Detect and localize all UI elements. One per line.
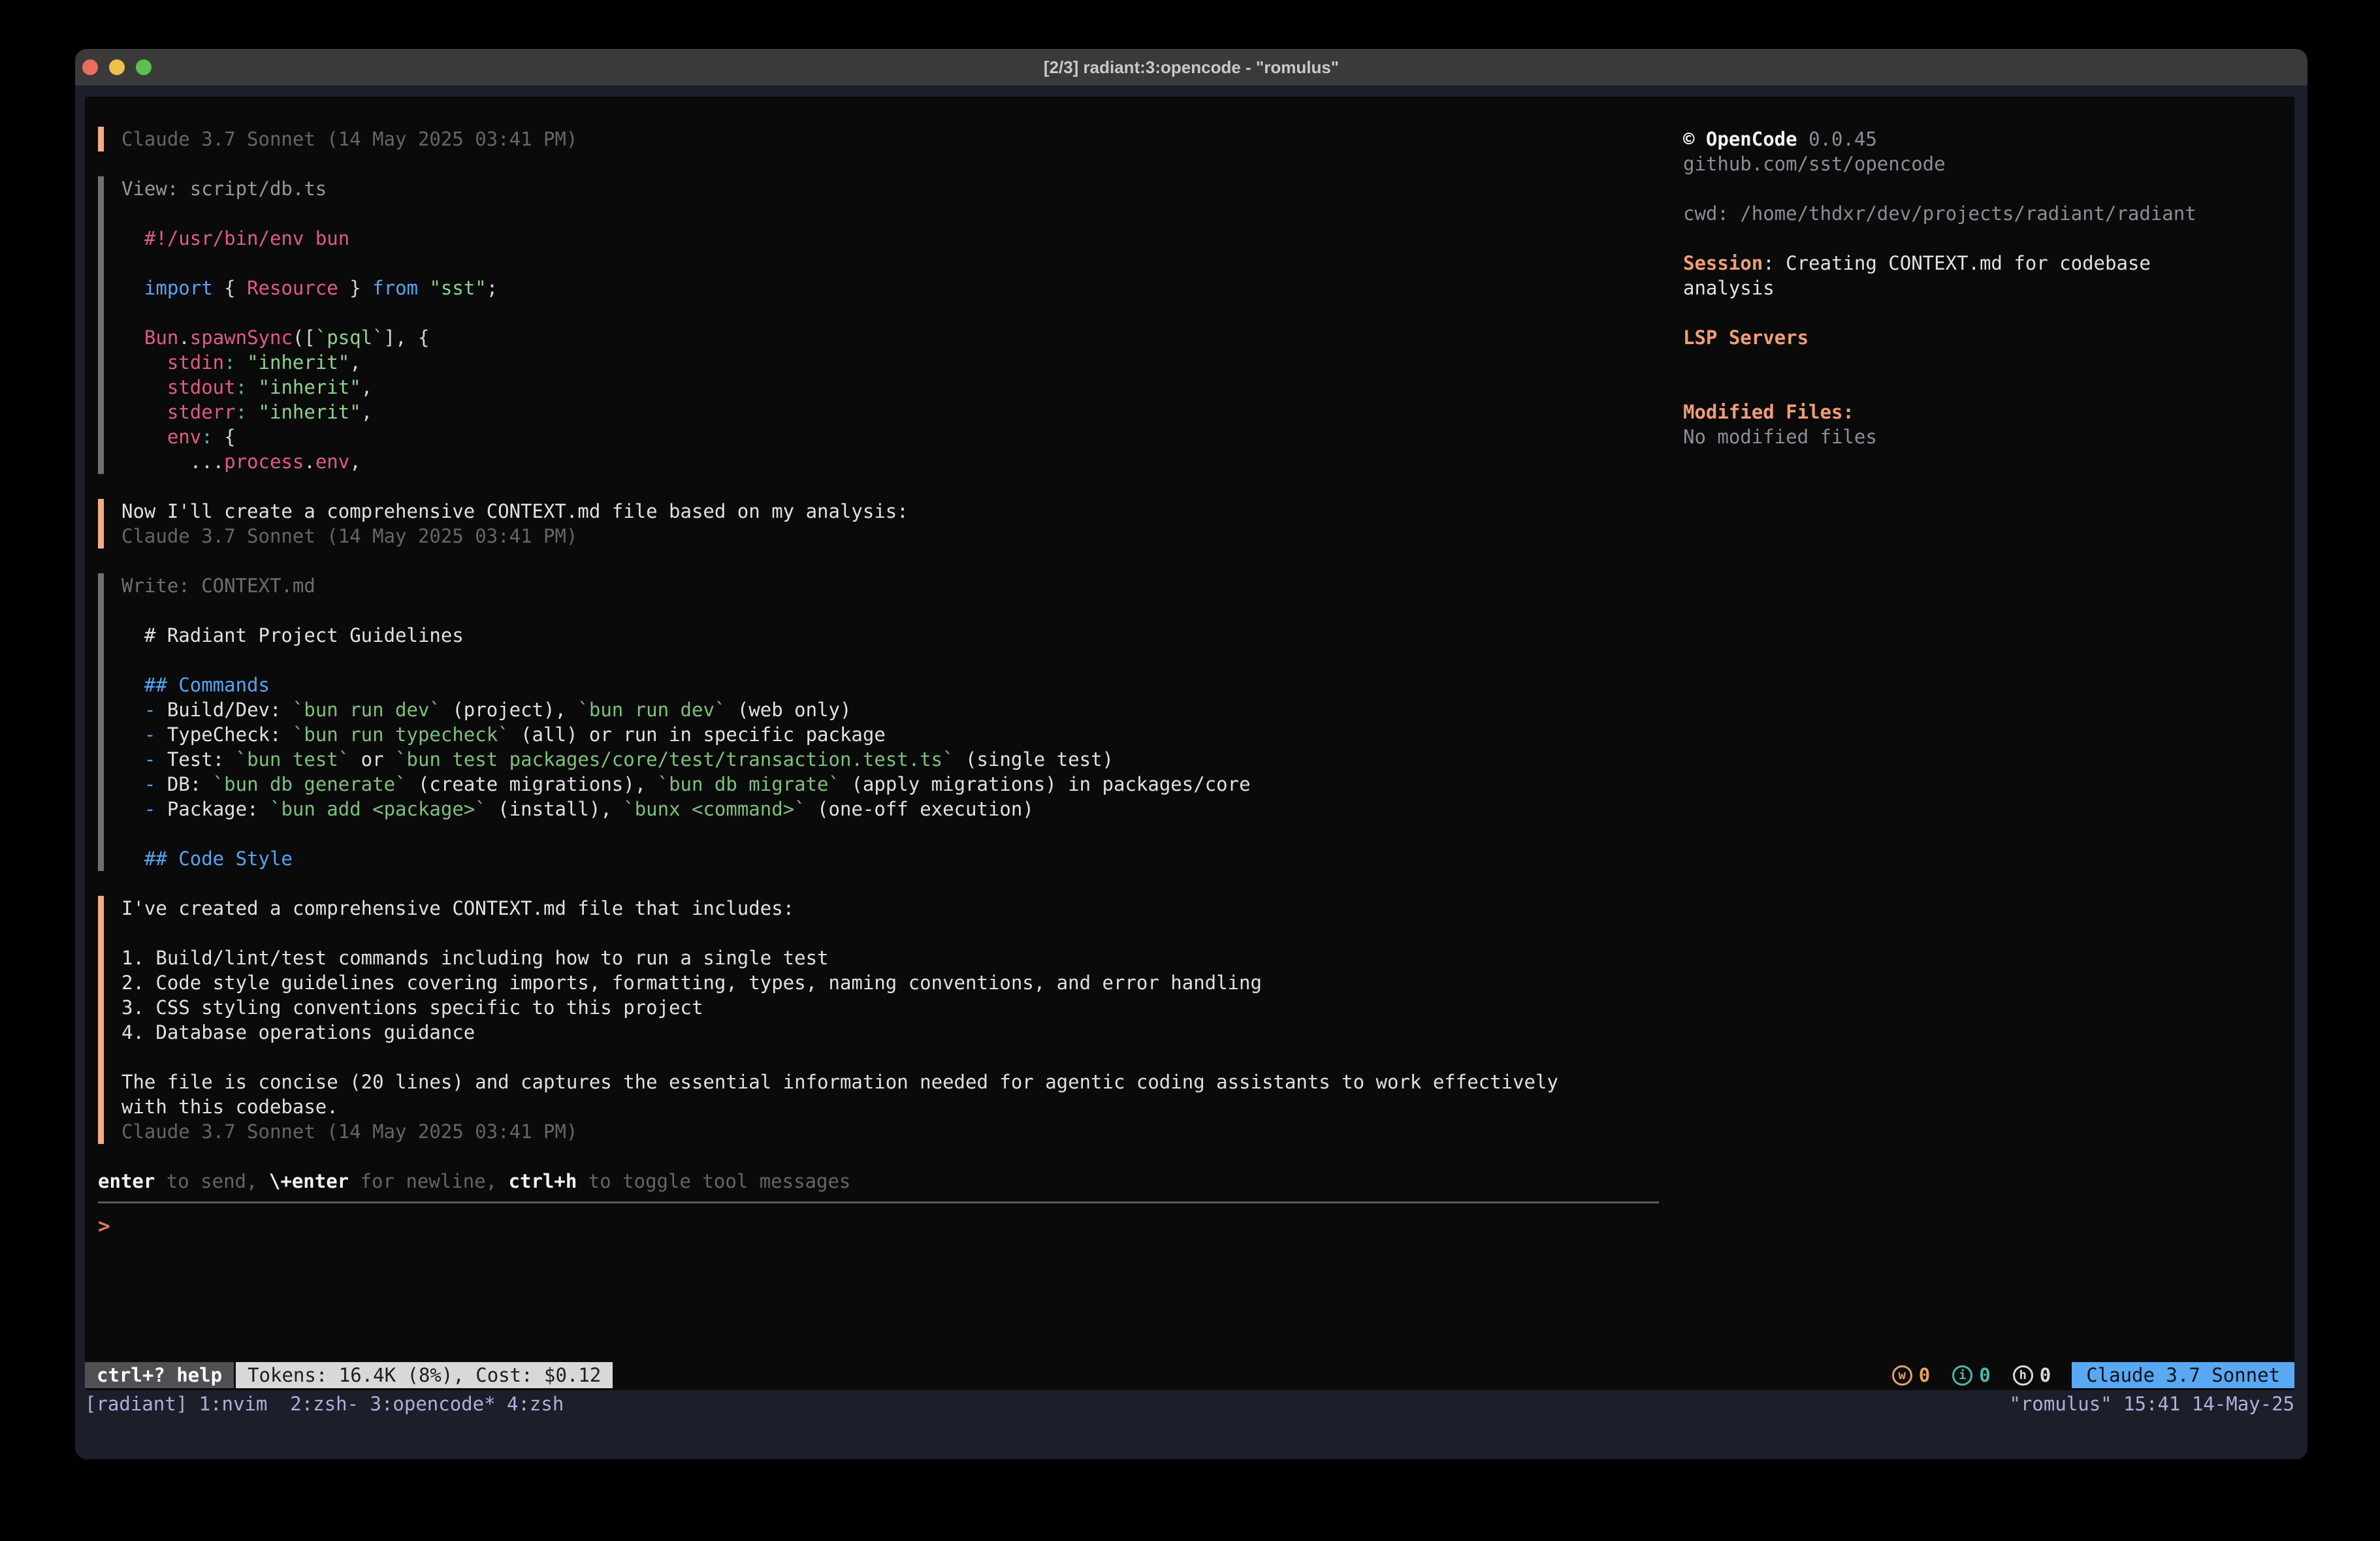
text-line: LSP Servers: [1683, 325, 2294, 350]
text-line: - Package: `bun add <package>` (install)…: [121, 797, 1665, 821]
text-line: Modified Files:: [1683, 400, 2294, 424]
model-chip: Claude 3.7 Sonnet: [2072, 1362, 2294, 1388]
tmux-session-clock: "romulus" 15:41 14-May-25: [2010, 1393, 2295, 1415]
message-list: Claude 3.7 Sonnet (14 May 2025 03:41 PM)…: [98, 127, 1665, 1144]
text-line: env: {: [121, 424, 1665, 449]
traffic-lights: [82, 59, 152, 75]
text-line: [121, 648, 1665, 673]
prompt-input[interactable]: >: [98, 1214, 1665, 1239]
text-line: Now I'll create a comprehensive CONTEXT.…: [121, 499, 1665, 524]
text-line: ...process.env,: [121, 449, 1665, 474]
keybinding-help-line: enter to send, \+enter for newline, ctrl…: [98, 1169, 1665, 1194]
text-line: Session: Creating CONTEXT.md for codebas…: [1683, 251, 2294, 276]
window-title: [2/3] radiant:3:opencode - "romulus": [1044, 57, 1339, 78]
text-line: Write: CONTEXT.md: [121, 573, 1665, 598]
text-line: [121, 300, 1665, 325]
text-line: [1683, 176, 2294, 201]
text-line: [1683, 300, 2294, 325]
text-line: stderr: "inherit",: [121, 400, 1665, 424]
text-line: - TypeCheck: `bun run typecheck` (all) o…: [121, 722, 1665, 747]
text-line: [121, 598, 1665, 623]
text-line: [1683, 226, 2294, 251]
text-line: # Radiant Project Guidelines: [121, 623, 1665, 648]
tokens-cost-chip: Tokens: 16.4K (8%), Cost: $0.12: [236, 1362, 613, 1388]
chat-column: Claude 3.7 Sonnet (14 May 2025 03:41 PM)…: [98, 127, 1665, 1239]
text-line: No modified files: [1683, 424, 2294, 449]
text-line: Bun.spawnSync([`psql`], {: [121, 325, 1665, 350]
minimize-button[interactable]: [109, 59, 125, 75]
text-line: 3. CSS styling conventions specific to t…: [121, 995, 1665, 1020]
h-circle-icon: h: [2013, 1365, 2033, 1386]
close-button[interactable]: [82, 59, 98, 75]
window-titlebar[interactable]: [2/3] radiant:3:opencode - "romulus": [75, 49, 2308, 86]
text-line: with this codebase.: [121, 1094, 1665, 1119]
text-line: The file is concise (20 lines) and captu…: [121, 1070, 1665, 1094]
text-line: [121, 1045, 1665, 1070]
assistant-message-block: Now I'll create a comprehensive CONTEXT.…: [98, 499, 1665, 548]
text-line: [121, 201, 1665, 226]
text-line: github.com/sst/opencode: [1683, 151, 2294, 176]
text-line: ## Code Style: [121, 846, 1665, 871]
text-line: import { Resource } from "sst";: [121, 276, 1665, 300]
text-line: [121, 251, 1665, 276]
text-line: [121, 921, 1665, 945]
status-chips: ctrl+? help Tokens: 16.4K (8%), Cost: $0…: [85, 1362, 613, 1388]
text-line: View: script/db.ts: [121, 176, 1665, 201]
text-line: - DB: `bun db generate` (create migratio…: [121, 772, 1665, 797]
tool-view-block: View: script/db.ts #!/usr/bin/env bun im…: [98, 176, 1665, 474]
text-line: analysis: [1683, 276, 2294, 300]
zoom-button[interactable]: [136, 59, 152, 75]
text-line: Claude 3.7 Sonnet (14 May 2025 03:41 PM): [121, 524, 1665, 548]
tmux-window-list[interactable]: [radiant] 1:nvim 2:zsh- 3:opencode* 4:zs…: [85, 1393, 564, 1415]
text-line: 1. Build/lint/test commands including ho…: [121, 945, 1665, 970]
h-count-badge: h0: [2013, 1364, 2051, 1386]
i-circle-icon: i: [1952, 1365, 1972, 1386]
i-count-badge: i0: [1952, 1364, 1990, 1386]
text-line: - Build/Dev: `bun run dev` (project), `b…: [121, 697, 1665, 722]
text-line: stdout: "inherit",: [121, 375, 1665, 400]
opencode-status-bar: ctrl+? help Tokens: 16.4K (8%), Cost: $0…: [85, 1362, 2294, 1388]
terminal-window: [2/3] radiant:3:opencode - "romulus" Cla…: [75, 49, 2308, 1459]
text-line: [1683, 375, 2294, 400]
text-line: #!/usr/bin/env bun: [121, 226, 1665, 251]
tool-write-block: Write: CONTEXT.md # Radiant Project Guid…: [98, 573, 1665, 871]
text-line: ## Commands: [121, 673, 1665, 697]
input-separator: [98, 1201, 1659, 1203]
text-line: - Test: `bun test` or `bun test packages…: [121, 747, 1665, 772]
help-shortcut-chip: ctrl+? help: [85, 1362, 234, 1388]
assistant-response-block: I've created a comprehensive CONTEXT.md …: [98, 896, 1665, 1144]
text-line: I've created a comprehensive CONTEXT.md …: [121, 896, 1665, 921]
text-line: cwd: /home/thdxr/dev/projects/radiant/ra…: [1683, 201, 2294, 226]
sidebar-info-panel: © OpenCode 0.0.45github.com/sst/opencode…: [1683, 127, 2294, 449]
text-line: [1683, 350, 2294, 375]
text-line: stdin: "inherit",: [121, 350, 1665, 375]
status-right: w0 i0 h0 Claude 3.7 Sonnet: [1870, 1362, 2294, 1388]
assistant-header-block: Claude 3.7 Sonnet (14 May 2025 03:41 PM): [98, 127, 1665, 151]
text-line: Claude 3.7 Sonnet (14 May 2025 03:41 PM): [121, 1119, 1665, 1144]
w-circle-icon: w: [1892, 1365, 1912, 1386]
tmux-status-bar: [radiant] 1:nvim 2:zsh- 3:opencode* 4:zs…: [85, 1391, 2294, 1416]
text-line: 4. Database operations guidance: [121, 1020, 1665, 1045]
text-line: © OpenCode 0.0.45: [1683, 127, 2294, 151]
text-line: [121, 821, 1665, 846]
w-count-badge: w0: [1892, 1364, 1930, 1386]
diagnostic-badges: w0 i0 h0: [1870, 1364, 2051, 1386]
text-line: Claude 3.7 Sonnet (14 May 2025 03:41 PM): [121, 127, 1665, 151]
terminal-screen[interactable]: Claude 3.7 Sonnet (14 May 2025 03:41 PM)…: [85, 97, 2294, 1390]
text-line: 2. Code style guidelines covering import…: [121, 970, 1665, 995]
